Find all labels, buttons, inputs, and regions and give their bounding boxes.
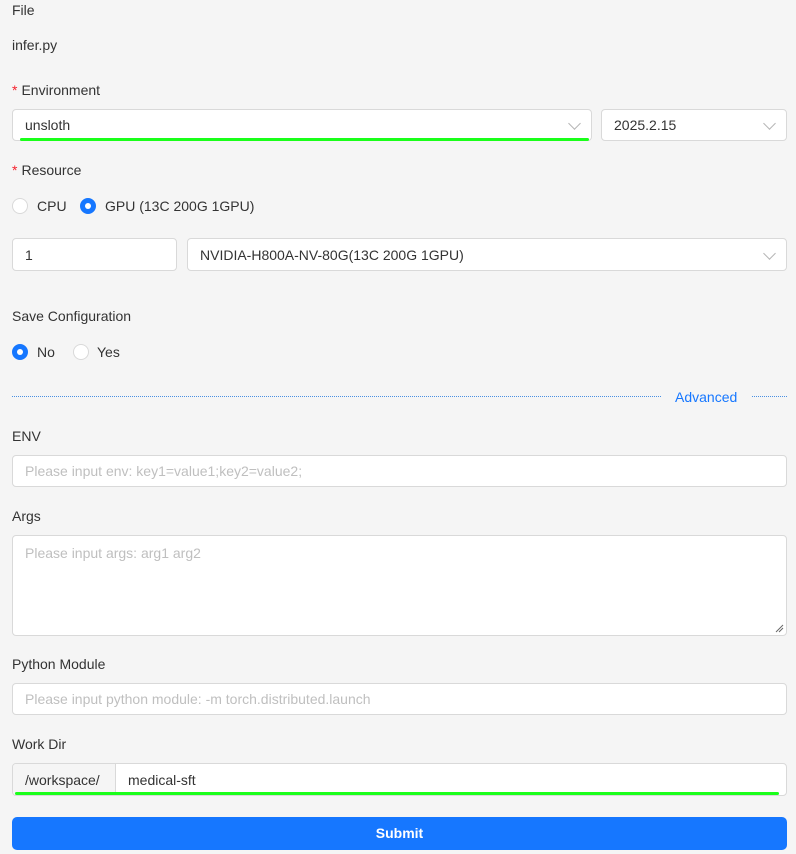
environment-select-value: unsloth	[25, 117, 71, 133]
python-module-input[interactable]: Please input python module: -m torch.dis…	[12, 683, 787, 715]
highlight-underline	[15, 792, 779, 795]
environment-version-select[interactable]: 2025.2.15	[601, 109, 787, 141]
divider	[752, 396, 787, 397]
resize-handle-icon[interactable]	[775, 624, 784, 633]
radio-save-yes-label[interactable]: Yes	[97, 342, 120, 362]
file-label: File	[12, 2, 35, 18]
environment-version-value: 2025.2.15	[614, 117, 677, 133]
gpu-type-select[interactable]: NVIDIA-H800A-NV-80G(13C 200G 1GPU)	[187, 238, 787, 271]
gpu-count-value: 1	[25, 247, 33, 263]
gpu-type-value: NVIDIA-H800A-NV-80G(13C 200G 1GPU)	[200, 247, 464, 263]
chevron-down-icon	[763, 247, 776, 260]
work-dir-prefix: /workspace/	[13, 764, 116, 795]
args-label: Args	[12, 508, 41, 524]
radio-save-yes[interactable]	[73, 344, 89, 360]
highlight-underline	[20, 138, 589, 141]
env-input[interactable]: Please input env: key1=value1;key2=value…	[12, 455, 787, 487]
radio-cpu-label[interactable]: CPU	[37, 196, 67, 216]
chevron-down-icon	[568, 117, 581, 130]
environment-label: * Environment	[12, 82, 101, 98]
radio-save-no-label[interactable]: No	[37, 342, 55, 362]
radio-gpu[interactable]	[80, 198, 96, 214]
args-textarea[interactable]: Please input args: arg1 arg2	[12, 535, 787, 636]
divider	[12, 396, 661, 397]
environment-select[interactable]: unsloth	[12, 109, 592, 141]
gpu-count-input[interactable]: 1	[12, 238, 177, 271]
save-config-label: Save Configuration	[12, 308, 132, 324]
resource-label: * Resource	[12, 162, 82, 178]
submit-button[interactable]: Submit	[12, 817, 787, 850]
python-module-placeholder: Please input python module: -m torch.dis…	[25, 691, 371, 707]
python-module-label: Python Module	[12, 656, 106, 672]
radio-gpu-label[interactable]: GPU (13C 200G 1GPU)	[105, 196, 254, 216]
radio-save-no[interactable]	[12, 344, 28, 360]
file-value: infer.py	[12, 37, 58, 53]
advanced-toggle[interactable]: Advanced	[675, 387, 737, 407]
work-dir-input[interactable]: medical-sft	[116, 764, 786, 795]
work-dir-label: Work Dir	[12, 736, 67, 752]
env-placeholder: Please input env: key1=value1;key2=value…	[25, 463, 303, 479]
args-placeholder: Please input args: arg1 arg2	[25, 545, 201, 561]
chevron-down-icon	[763, 117, 776, 130]
radio-cpu[interactable]	[12, 198, 28, 214]
env-label: ENV	[12, 428, 41, 444]
required-mark: *	[12, 82, 18, 98]
required-mark: *	[12, 162, 18, 178]
